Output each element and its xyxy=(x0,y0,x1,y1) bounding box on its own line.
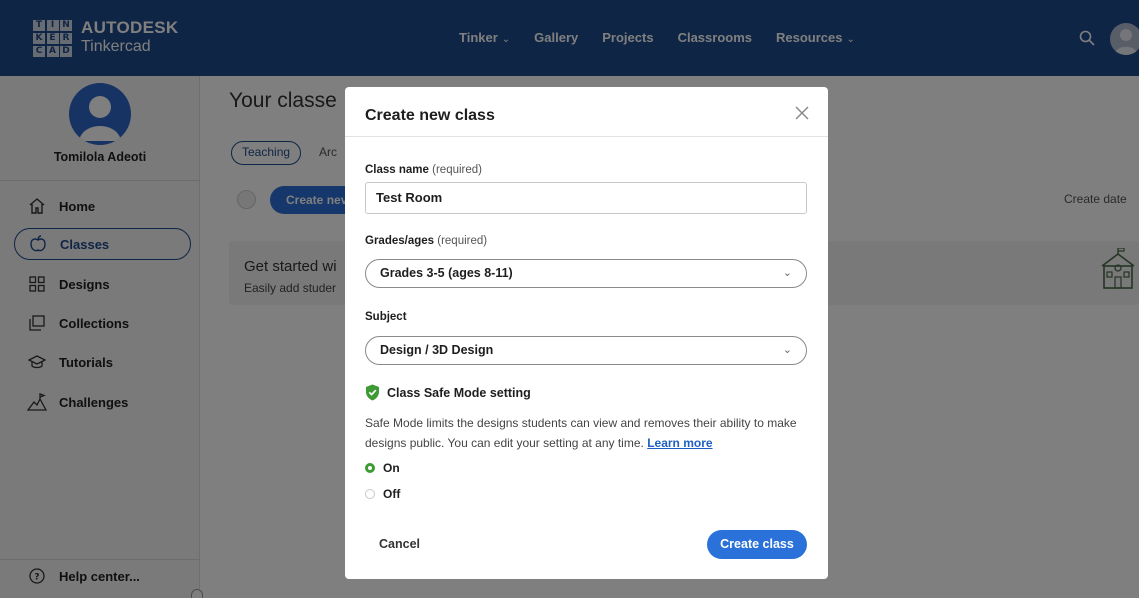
safe-mode-heading: Class Safe Mode setting xyxy=(365,384,531,401)
safe-mode-text: Safe Mode limits the designs students ca… xyxy=(365,416,797,450)
close-icon[interactable] xyxy=(792,103,812,123)
safe-mode-title: Class Safe Mode setting xyxy=(387,385,531,400)
learn-more-link[interactable]: Learn more xyxy=(647,436,712,450)
subject-select-value: Design / 3D Design xyxy=(380,343,494,357)
required-hint: (required) xyxy=(432,164,482,176)
field-label: Grades/ages xyxy=(365,235,435,247)
grades-label: Grades/ages (required) xyxy=(365,235,487,247)
radio-selected-icon[interactable] xyxy=(365,463,375,473)
cancel-button[interactable]: Cancel xyxy=(379,537,420,551)
field-label: Class name xyxy=(365,164,429,176)
radio-label: On xyxy=(383,461,400,475)
subject-label: Subject xyxy=(365,311,407,323)
chevron-down-icon: ⌄ xyxy=(782,344,792,356)
shield-check-icon xyxy=(366,384,379,401)
class-name-label: Class name (required) xyxy=(365,164,482,176)
grades-select-value: Grades 3-5 (ages 8-11) xyxy=(380,266,513,280)
chevron-down-icon: ⌄ xyxy=(782,267,792,279)
create-class-dialog: Create new class Class name (required) T… xyxy=(345,87,828,579)
class-name-input[interactable]: Test Room xyxy=(365,182,807,214)
safe-mode-off-option[interactable]: Off xyxy=(365,487,400,501)
required-hint: (required) xyxy=(437,235,488,247)
safe-mode-on-option[interactable]: On xyxy=(365,461,400,475)
safe-mode-description: Safe Mode limits the designs students ca… xyxy=(365,413,810,453)
divider xyxy=(345,136,828,137)
create-class-button[interactable]: Create class xyxy=(707,530,807,559)
subject-select[interactable]: Design / 3D Design ⌄ xyxy=(365,336,807,365)
radio-label: Off xyxy=(383,487,401,501)
radio-unselected-icon[interactable] xyxy=(365,489,375,499)
dialog-title: Create new class xyxy=(365,107,495,124)
grades-select[interactable]: Grades 3-5 (ages 8-11) ⌄ xyxy=(365,259,807,288)
